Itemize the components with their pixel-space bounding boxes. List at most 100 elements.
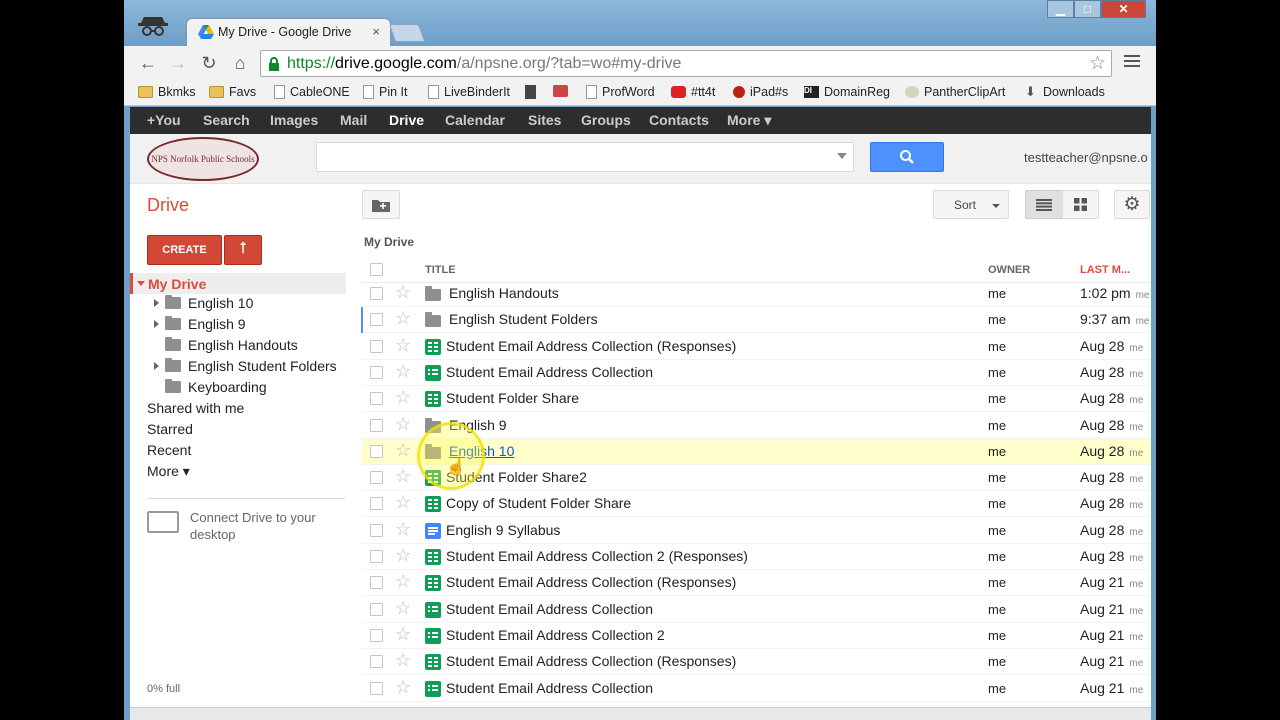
sidebar-item-english-student-folders[interactable]: English Student Folders [154,358,337,374]
column-last-modified[interactable]: LAST M... [1080,264,1130,276]
tab-close-icon[interactable]: × [372,24,380,39]
gbar-sites[interactable]: Sites [528,112,561,128]
star-icon[interactable]: ☆ [395,466,411,487]
table-row[interactable]: ☆ Student Email Address Collection me Aug 2… [362,676,1151,702]
sidebar-item-recent[interactable]: Recent [147,442,191,458]
star-icon[interactable]: ☆ [395,519,411,540]
row-checkbox[interactable] [370,523,383,537]
horizontal-scrollbar[interactable] [130,707,1151,720]
table-row[interactable]: ☆ English 9 Syllabus me Aug 28 me [362,518,1151,544]
new-folder-button[interactable] [362,190,400,219]
row-title[interactable]: English 9 Syllabus [446,522,560,538]
row-checkbox[interactable] [370,681,383,695]
sidebar-item-shared-with-me[interactable]: Shared with me [147,400,244,416]
bookmark-profword[interactable]: ProfWord [586,85,655,99]
row-checkbox[interactable] [370,550,383,563]
star-icon[interactable]: ☆ [395,335,411,356]
row-title[interactable]: Copy of Student Folder Share [446,495,631,511]
star-icon[interactable]: ☆ [395,545,411,566]
bookmark-tt4t[interactable]: #tt4t [671,85,715,99]
row-checkbox[interactable] [370,339,383,353]
gbar-images[interactable]: Images [270,112,318,128]
address-bar[interactable]: https://drive.google.com/a/npsne.org/?ta… [260,50,1112,77]
star-icon[interactable]: ☆ [395,598,411,619]
row-checkbox[interactable] [370,392,383,406]
forward-icon[interactable]: → [167,53,189,73]
list-view-button[interactable] [1025,190,1063,219]
gbar-you[interactable]: +You [147,112,181,128]
tab-my-drive[interactable]: My Drive - Google Drive × [186,18,391,47]
bookmark-pantherclipart[interactable]: PantherClipArt [905,85,1005,99]
table-row[interactable]: ☆ Student Email Address Collection me Aug 2… [362,597,1151,623]
breadcrumb[interactable]: My Drive [364,235,414,249]
table-row[interactable]: ☆ Student Email Address Collection 2 me Aug… [362,623,1151,649]
table-row[interactable]: ☆ Student Folder Share me Aug 28 me [362,386,1151,413]
sidebar-item-keyboarding[interactable]: Keyboarding [165,379,267,395]
collapse-arrow-icon[interactable] [137,281,145,286]
star-icon[interactable]: ☆ [395,414,411,435]
back-icon[interactable]: ← [137,53,159,73]
sidebar-item-english-9[interactable]: English 9 [154,316,246,332]
row-checkbox[interactable] [370,444,383,458]
bookmark-unnamed-2[interactable] [553,85,568,97]
school-logo[interactable]: NPS Norfolk Public Schools [147,137,259,181]
sidebar-item-english-10[interactable]: English 10 [154,295,253,311]
bookmark-cableone[interactable]: CableONE [274,85,350,99]
column-owner[interactable]: OWNER [988,264,1030,276]
row-checkbox[interactable] [370,313,383,327]
sidebar-item-english-handouts[interactable]: English Handouts [165,337,298,353]
row-checkbox[interactable] [370,576,383,590]
row-checkbox[interactable] [370,602,383,616]
table-row[interactable]: ☆ English Student Folders me 9:37 am me [362,307,1151,334]
account-email[interactable]: testteacher@npsne.o [1024,150,1148,165]
search-input[interactable] [316,142,854,172]
table-row[interactable]: ☆ English 9 me Aug 28 me [362,413,1151,439]
star-icon[interactable]: ☆ [395,492,411,513]
star-icon[interactable]: ☆ [395,361,411,382]
table-row[interactable]: ☆ Student Email Address Collection (Respo… [362,649,1151,676]
bookmark-bkmks[interactable]: Bkmks [138,85,196,99]
sort-button[interactable]: Sort [933,190,1009,219]
gbar-drive[interactable]: Drive [389,112,424,128]
gbar-contacts[interactable]: Contacts [649,112,709,128]
star-icon[interactable]: ☆ [395,650,411,671]
row-title[interactable]: English Handouts [449,285,559,301]
home-icon[interactable]: ⌂ [229,53,251,73]
row-title[interactable]: English Student Folders [449,311,598,327]
close-window-button[interactable]: ✕ [1101,0,1146,18]
table-row[interactable]: ☆ Student Email Address Collection me Aug 2… [362,360,1151,386]
table-row[interactable]: ☆ English Handouts me 1:02 pm me [362,281,1151,307]
sidebar-item-more[interactable]: More ▾ [147,463,190,480]
star-icon[interactable]: ☆ [395,624,411,645]
chrome-menu-icon[interactable] [1124,55,1140,70]
bookmark-unnamed-1[interactable] [525,85,536,99]
row-title[interactable]: Student Email Address Collection (Respon… [446,653,736,669]
gbar-search[interactable]: Search [203,112,250,128]
grid-view-button[interactable] [1062,190,1099,219]
gbar-more[interactable]: More ▾ [727,112,771,129]
row-title[interactable]: Student Folder Share [446,390,579,406]
gbar-mail[interactable]: Mail [340,112,367,128]
gbar-calendar[interactable]: Calendar [445,112,505,128]
table-row[interactable]: ☆ Student Email Address Collection 2 (Res… [362,544,1151,570]
create-button[interactable]: CREATE [147,235,222,265]
star-icon[interactable]: ☆ [395,387,411,408]
search-button[interactable] [870,142,944,172]
expand-arrow-icon[interactable] [154,362,159,370]
row-checkbox[interactable] [370,655,383,669]
star-icon[interactable]: ☆ [395,571,411,592]
bookmark-star-icon[interactable]: ☆ [1089,52,1106,75]
star-icon[interactable]: ☆ [395,677,411,698]
star-icon[interactable]: ☆ [395,440,411,461]
row-title[interactable]: Student Email Address Collection 2 (Resp… [446,548,748,564]
row-title[interactable]: Student Email Address Collection [446,601,653,617]
row-title[interactable]: Student Email Address Collection 2 [446,627,665,643]
row-title[interactable]: Student Email Address Collection (Respon… [446,574,736,590]
bookmark-favs[interactable]: Favs [209,85,256,99]
expand-arrow-icon[interactable] [154,320,159,328]
star-icon[interactable]: ☆ [395,282,411,303]
sidebar-item-starred[interactable]: Starred [147,421,193,437]
bookmark-pinit[interactable]: Pin It [363,85,408,99]
settings-gear-icon[interactable]: ⚙ [1114,190,1150,219]
row-title[interactable]: Student Email Address Collection [446,680,653,696]
